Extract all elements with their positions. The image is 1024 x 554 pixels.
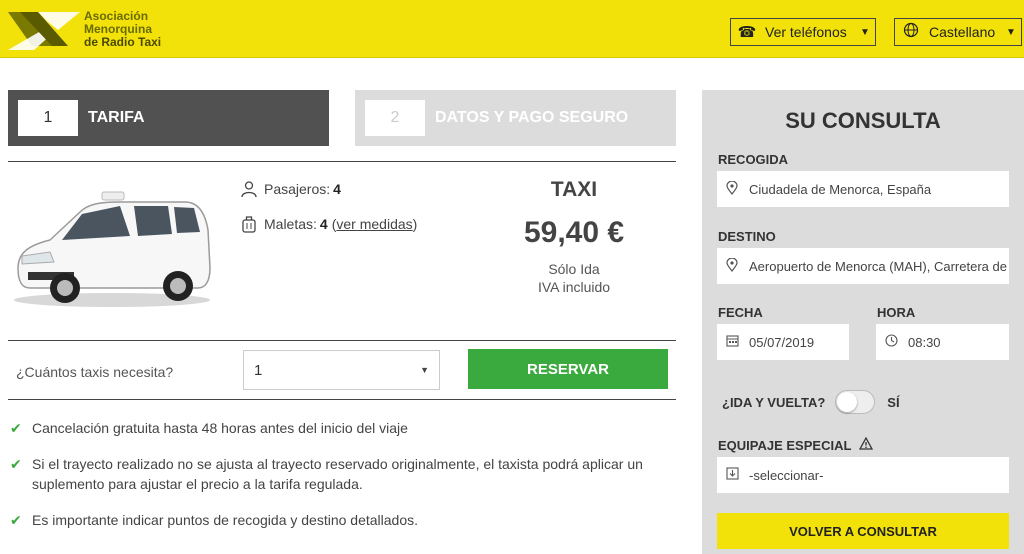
clock-icon [884,334,898,350]
logo[interactable]: Asociación Menorquina de Radio Taxi [8,8,161,50]
phones-dropdown[interactable]: ☎ Ver teléfonos ▼ [730,18,876,46]
taxi-car-image [14,191,211,307]
tax-note: IVA incluido [537,279,611,295]
step-datos-pago[interactable]: 2 DATOS Y PAGO SEGURO [355,90,676,146]
note-text: Cancelación gratuita hasta 48 horas ante… [32,420,408,436]
time-value: 08:30 [908,334,941,350]
special-luggage-select[interactable]: -seleccionar- [717,457,1009,493]
date-value: 05/07/2019 [749,334,815,350]
note-text: Si el trayecto realizado no se ajusta al… [32,456,643,492]
note-item: ✔ Si el trayecto realizado no se ajusta … [10,454,652,494]
logo-line-3: de Radio Taxi [84,34,162,49]
special-luggage-label: EQUIPAJE ESPECIAL [718,437,852,453]
language-dropdown[interactable]: Castellano ▼ [894,18,1022,46]
reserve-button[interactable]: RESERVAR [468,349,668,389]
price-amount: 59,40 € [523,216,625,249]
passengers-value: 4 [333,181,341,197]
calendar-icon [725,334,739,350]
chevron-down-icon: ▼ [860,26,870,38]
back-to-query-button[interactable]: VOLVER A CONSULTAR [717,513,1009,549]
vehicle-type: TAXI [550,178,598,201]
chevron-down-icon: ▼ [1006,26,1016,38]
sidebar-title: SU CONSULTA [785,108,941,133]
special-luggage-placeholder: -seleccionar- [749,467,824,483]
logo-line-2: Menorquina [84,21,152,36]
time-field[interactable]: 08:30 [876,324,1009,360]
top-header: Asociación Menorquina de Radio Taxi ☎ Ve… [0,0,1024,58]
luggage-download-icon [725,467,739,483]
round-trip-label: ¿IDA Y VUELTA? [722,394,826,410]
check-icon: ✔ [10,512,22,528]
trip-type: Sólo Ida [548,261,600,277]
divider [8,399,676,400]
price-block: TAXI 59,40 € Sólo Ida IVA incluido [500,178,648,296]
location-pin-icon [725,179,739,198]
step-number: 2 [365,100,425,136]
location-pin-icon [725,256,739,275]
passengers-info: Pasajeros: 4 [240,180,341,198]
taxis-qty-select[interactable]: 1 ▼ [243,350,440,390]
step-label: TARIFA [88,109,145,126]
time-label: HORA [877,305,916,320]
check-icon: ✔ [10,420,22,436]
phone-icon: ☎ [737,24,757,41]
logo-mark-icon [8,12,80,50]
note-item: ✔ Es importante indicar puntos de recogi… [10,510,652,530]
language-dropdown-label: Castellano [929,24,996,40]
check-icon: ✔ [10,456,22,472]
special-luggage-heading: EQUIPAJE ESPECIAL [718,436,874,453]
toggle-knob [837,392,858,412]
destination-label: DESTINO [718,229,776,244]
taxis-qty-value: 1 [254,361,263,379]
phones-dropdown-label: Ver teléfonos [765,24,847,40]
chevron-down-icon: ▼ [420,365,429,375]
luggage-label: Maletas: [264,216,317,232]
destination-field[interactable]: Aeropuerto de Menorca (MAH), Carretera d… [717,248,1009,284]
globe-icon [901,22,921,42]
suitcase-icon [242,216,256,233]
pickup-field[interactable]: Ciudadela de Menorca, España [717,171,1009,207]
logo-line-1: Asociación [84,8,149,23]
note-text: Es importante indicar puntos de recogida… [32,512,419,528]
luggage-value: 4 [319,216,328,232]
logo-text: Asociación Menorquina de Radio Taxi [84,8,162,49]
luggage-info: Maletas: 4 ( ver medidas ) [240,215,417,233]
round-trip-row: ¿IDA Y VUELTA? SÍ [722,390,900,414]
round-trip-toggle[interactable] [835,390,876,414]
note-item: ✔ Cancelación gratuita hasta 48 horas an… [10,418,652,438]
luggage-measures-link[interactable]: ver medidas [336,216,412,232]
divider [8,161,676,162]
query-sidebar: SU CONSULTA RECOGIDA Ciudadela de Menorc… [702,90,1024,554]
date-label: FECHA [718,305,763,320]
divider [8,340,676,341]
pickup-label: RECOGIDA [718,152,789,167]
luggage-link-close: ) [412,216,418,232]
warning-icon [859,436,874,453]
passengers-label: Pasajeros: [264,181,331,197]
step-number: 1 [18,100,78,136]
pickup-value: Ciudadela de Menorca, España [749,181,932,197]
date-field[interactable]: 05/07/2019 [717,324,849,360]
user-icon [241,181,257,198]
destination-value: Aeropuerto de Menorca (MAH), Carretera d… [749,258,1009,274]
taxis-qty-label: ¿Cuántos taxis necesita? [16,364,174,380]
step-tarifa[interactable]: 1 TARIFA [8,90,329,146]
step-label: DATOS Y PAGO SEGURO [435,109,629,126]
round-trip-yes-label: SÍ [887,394,900,410]
